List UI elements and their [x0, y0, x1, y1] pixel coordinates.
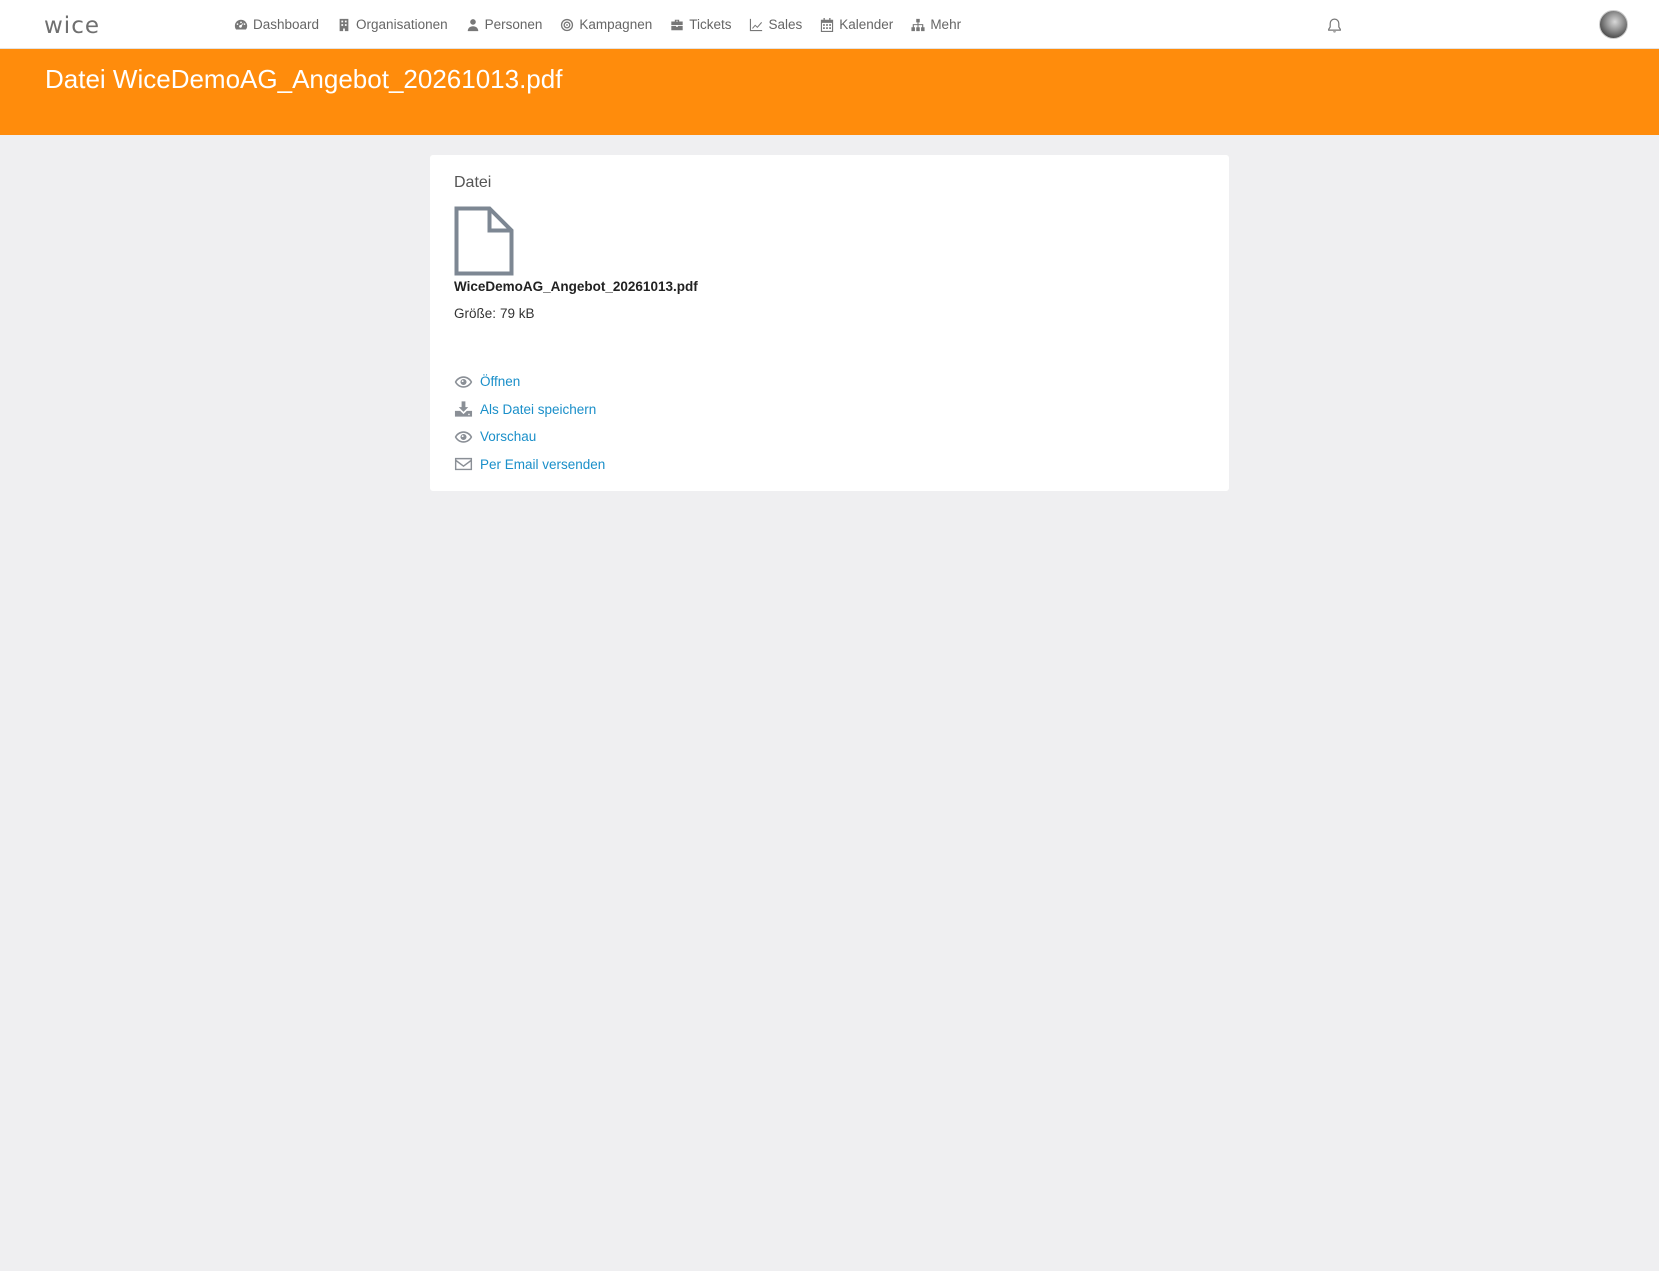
- bell-icon[interactable]: [1327, 18, 1342, 34]
- building-icon: [339, 18, 349, 31]
- page-title: Datei WiceDemoAG_Angebot_20261013.pdf: [45, 64, 563, 94]
- file-name: WiceDemoAG_Angebot_20261013.pdf: [454, 279, 698, 294]
- nav-label: Tickets: [689, 17, 732, 32]
- file-size: Größe: 79 kB: [454, 306, 535, 321]
- nav-item-kalender[interactable]: Kalender: [820, 17, 893, 32]
- main-nav: Dashboard Organisationen Personen Kampag…: [234, 0, 979, 49]
- nav-label: Personen: [484, 17, 543, 32]
- eye-icon: [454, 376, 473, 388]
- nav-label: Organisationen: [356, 17, 448, 32]
- action-label: Vorschau: [480, 429, 537, 445]
- open-file-link[interactable]: Öffnen: [454, 368, 605, 396]
- calendar-icon: [821, 17, 834, 32]
- nav-item-kampagnen[interactable]: Kampagnen: [560, 17, 652, 32]
- user-icon: [467, 18, 478, 31]
- envelope-icon: [454, 458, 473, 471]
- file-size-value: 79 kB: [500, 306, 535, 321]
- card-section-title: Datei: [454, 174, 492, 191]
- briefcase-icon: [671, 19, 683, 30]
- action-label: Per Email versenden: [480, 456, 606, 472]
- nav-item-mehr[interactable]: Mehr: [911, 17, 961, 32]
- nav-item-personen[interactable]: Personen: [466, 17, 543, 32]
- eye-icon: [454, 431, 473, 443]
- nav-label: Sales: [768, 17, 803, 32]
- nav-label: Mehr: [930, 17, 962, 32]
- file-actions-list: Öffnen Als Datei speichern Vorschau Per …: [454, 368, 605, 478]
- line-chart-icon: [750, 18, 763, 31]
- preview-link[interactable]: Vorschau: [454, 423, 605, 451]
- download-icon: [454, 401, 473, 417]
- action-label: Öffnen: [480, 374, 521, 390]
- target-icon: [561, 18, 574, 31]
- sitemap-icon: [911, 18, 925, 31]
- nav-label: Kalender: [839, 17, 894, 32]
- user-avatar[interactable]: [1599, 10, 1628, 39]
- page-header-banner: Datei WiceDemoAG_Angebot_20261013.pdf: [0, 49, 1659, 135]
- save-as-file-link[interactable]: Als Datei speichern: [454, 396, 605, 424]
- dashboard-icon: [234, 19, 248, 30]
- wice-logo[interactable]: wice: [44, 13, 100, 39]
- action-label: Als Datei speichern: [480, 401, 597, 417]
- send-by-email-link[interactable]: Per Email versenden: [454, 451, 605, 479]
- file-size-label: Größe:: [454, 306, 497, 321]
- file-detail-card: Datei WiceDemoAG_Angebot_20261013.pdf Gr…: [430, 155, 1229, 491]
- nav-item-organisationen[interactable]: Organisationen: [337, 17, 448, 32]
- top-navigation-bar: wice Dashboard Organisationen Personen K…: [0, 0, 1659, 49]
- nav-item-dashboard[interactable]: Dashboard: [234, 17, 319, 32]
- nav-label: Kampagnen: [579, 17, 653, 32]
- nav-label: Dashboard: [253, 17, 320, 32]
- nav-item-sales[interactable]: Sales: [749, 17, 802, 32]
- file-icon: [454, 206, 514, 276]
- nav-item-tickets[interactable]: Tickets: [670, 17, 731, 32]
